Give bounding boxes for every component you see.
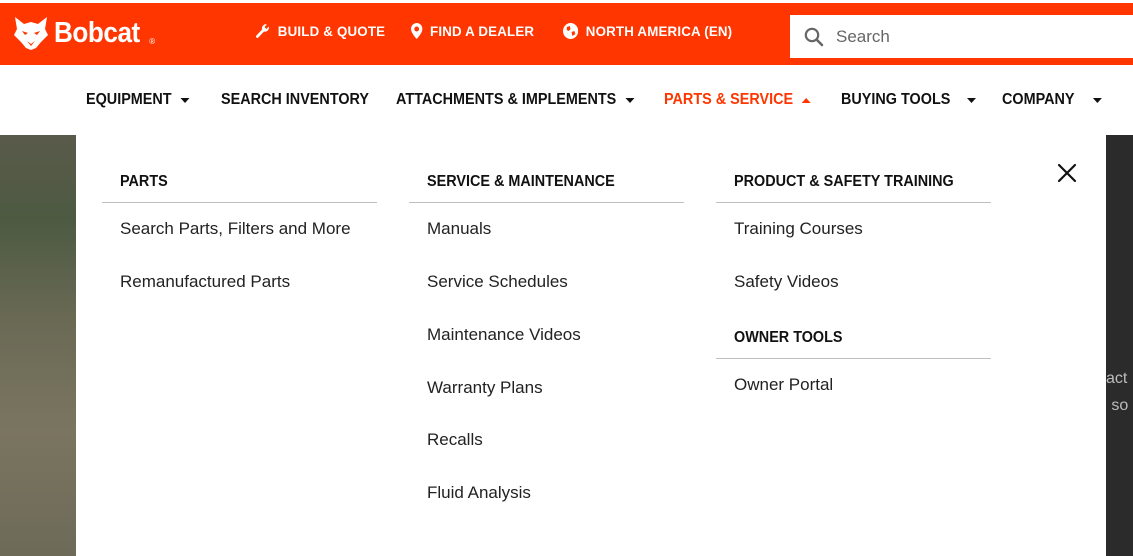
nav-attachments-label: ATTACHMENTS & IMPLEMENTS [396, 91, 617, 108]
caret-down-icon [966, 97, 976, 103]
caret-down-icon [180, 97, 190, 103]
menu-link-owner-portal[interactable]: Owner Portal [734, 375, 833, 395]
nav-equipment-label: EQUIPMENT [86, 91, 172, 108]
caret-up-icon [802, 97, 812, 103]
nav-search-inventory-label: SEARCH INVENTORY [221, 91, 370, 108]
menu-link-warranty-plans[interactable]: Warranty Plans [427, 378, 543, 398]
search-input[interactable] [836, 26, 1116, 47]
menu-link-manuals[interactable]: Manuals [427, 219, 491, 239]
brand-name: Bobcat [54, 16, 140, 49]
nav-buying-tools[interactable]: BUYING TOOLS [841, 91, 976, 109]
menu-link-maintenance-videos[interactable]: Maintenance Videos [427, 325, 581, 345]
hero-image-left [0, 135, 76, 556]
find-dealer-link[interactable]: FIND A DEALER [411, 23, 534, 39]
menu-link-fluid-analysis[interactable]: Fluid Analysis [427, 483, 531, 503]
parts-service-mega-menu: PARTS Search Parts, Filters and More Rem… [76, 135, 1106, 556]
find-dealer-label: FIND A DEALER [430, 23, 535, 39]
owner-tools-heading: OWNER TOOLS [734, 329, 843, 346]
nav-search-inventory[interactable]: SEARCH INVENTORY [221, 91, 369, 109]
divider [716, 358, 991, 359]
divider [409, 202, 684, 203]
divider [102, 202, 377, 203]
bobcat-logo[interactable]: Bobcat ® [12, 13, 155, 53]
menu-link-search-parts[interactable]: Search Parts, Filters and More [120, 219, 351, 239]
top-bar: Bobcat ® BUILD & QUOTE FIND A DEALER NOR… [0, 0, 1133, 65]
search-box [790, 15, 1133, 58]
nav-equipment[interactable]: EQUIPMENT [86, 91, 190, 109]
caret-down-icon [625, 97, 635, 103]
divider [716, 202, 991, 203]
menu-link-service-schedules[interactable]: Service Schedules [427, 272, 568, 292]
main-nav: EQUIPMENT SEARCH INVENTORY ATTACHMENTS &… [0, 65, 1133, 135]
nav-company[interactable]: COMPANY [1002, 91, 1102, 109]
nav-attachments[interactable]: ATTACHMENTS & IMPLEMENTS [396, 91, 635, 109]
parts-heading: PARTS [120, 173, 168, 190]
menu-link-training-courses[interactable]: Training Courses [734, 219, 863, 239]
search-icon [804, 27, 824, 46]
hero-image-right: act d so [1098, 135, 1133, 556]
nav-company-label: COMPANY [1002, 91, 1075, 108]
close-icon[interactable] [1056, 162, 1078, 184]
caret-down-icon [1092, 97, 1102, 103]
globe-icon [563, 23, 579, 39]
nav-buying-tools-label: BUYING TOOLS [841, 91, 951, 108]
service-heading: SERVICE & MAINTENANCE [427, 173, 615, 190]
menu-link-recalls[interactable]: Recalls [427, 430, 483, 450]
wrench-icon [256, 24, 269, 38]
bobcat-head-icon [14, 17, 48, 50]
menu-link-remanufactured-parts[interactable]: Remanufactured Parts [120, 272, 290, 292]
build-quote-link[interactable]: BUILD & QUOTE [255, 23, 385, 39]
location-pin-icon [411, 23, 423, 39]
nav-parts-service[interactable]: PARTS & SERVICE [664, 91, 812, 109]
region-selector[interactable]: NORTH AMERICA (EN) [563, 23, 732, 39]
menu-link-safety-videos[interactable]: Safety Videos [734, 272, 839, 292]
background-text: act [1106, 370, 1128, 387]
nav-parts-service-label: PARTS & SERVICE [664, 91, 794, 108]
brand-reg: ® [149, 36, 156, 46]
region-label: NORTH AMERICA (EN) [585, 23, 733, 39]
training-heading: PRODUCT & SAFETY TRAINING [734, 173, 954, 190]
build-quote-label: BUILD & QUOTE [277, 23, 386, 39]
